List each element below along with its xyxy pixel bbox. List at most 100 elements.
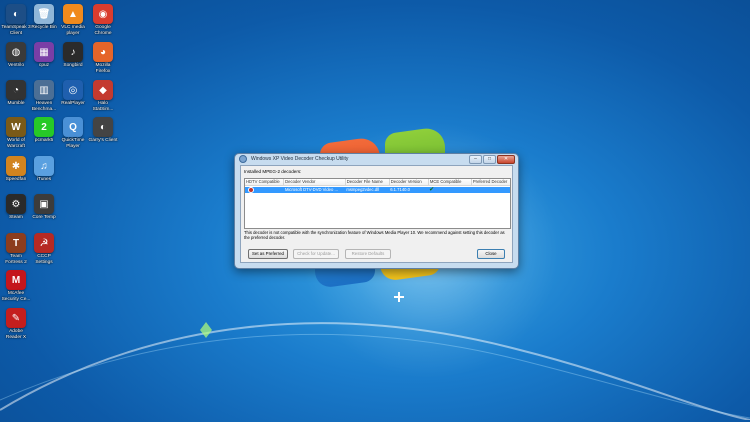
minimize-button[interactable]: – <box>469 155 482 164</box>
mce-compatible-cell: ✔ <box>428 187 471 193</box>
steam-icon: ⚙ <box>6 194 26 214</box>
dialog-title: Windows XP Video Decoder Checkup Utility <box>251 156 349 162</box>
maximize-button[interactable]: □ <box>483 155 496 164</box>
col-decoder-vendor[interactable]: Decoder Vendor <box>284 179 346 185</box>
desktop-icon-label: RealPlayer <box>61 101 85 106</box>
desktop-icon-label: Ventrilo <box>8 63 24 68</box>
halo-icon: ◆ <box>93 80 113 100</box>
mouse-cursor <box>394 292 404 302</box>
desktop-icon[interactable]: W World of Warcraft <box>1 117 31 149</box>
desktop-icon-label: World of Warcraft <box>7 138 25 149</box>
adobe-reader-icon: ✎ <box>6 308 26 328</box>
desktop-icon[interactable]: ✎ Adobe Reader X <box>1 308 31 340</box>
cpuz-icon: ▦ <box>34 42 54 62</box>
desktop-icon-label: Mumble <box>7 101 25 106</box>
speedfan-icon: ✱ <box>6 156 26 176</box>
col-decoder-file-name[interactable]: Decoder File Name <box>346 179 390 185</box>
desktop-icon[interactable]: ☭ CCCP Settings <box>29 233 59 265</box>
decoder-file-cell: msmpeg2vdec.dll <box>346 187 379 192</box>
col-mce-compatible[interactable]: MCE Compatible <box>429 179 472 185</box>
desktop-icon-label: Songbird <box>63 63 83 68</box>
decoder-row-selected[interactable]: Microsoft DTV-DVD Video ... msmpeg2vdec.… <box>245 187 510 193</box>
teamspeak-icon: ◐ <box>6 4 26 24</box>
desktop-icon[interactable]: ◐ Garry's Client <box>88 117 118 144</box>
itunes-icon: ♫ <box>34 156 54 176</box>
desktop-icon[interactable]: ◎ RealPlayer <box>58 80 88 107</box>
realplayer-icon: ◎ <box>63 80 83 100</box>
desktop-icon-label: Steam <box>9 215 23 220</box>
desktop-icon-label: cpuz <box>38 63 50 68</box>
decoder-checkup-dialog: Windows XP Video Decoder Checkup Utility… <box>234 153 519 269</box>
desktop-icon-label: Team Fortress 2 <box>5 254 27 265</box>
desktop-icon-label: Heaven Benchma... <box>31 101 57 112</box>
desktop-icon-label: CCCP Settings <box>35 254 53 265</box>
desktop-icon[interactable]: ♪ Songbird <box>58 42 88 69</box>
dialog-buttons: Set as Preferred Check for Update... Res… <box>245 249 508 259</box>
desktop-icon[interactable]: ◔ Mumble <box>1 80 31 107</box>
decoder-list[interactable]: HDTV Compatible Decoder Vendor Decoder F… <box>244 178 511 229</box>
desktop-icon[interactable]: M McAfee Security Ce... <box>1 270 31 302</box>
desktop-icon-label: TeamSpeak 3 Client <box>1 25 31 36</box>
quicktime-icon: Q <box>63 117 83 137</box>
desktop-icon[interactable]: ⚙ Steam <box>1 194 31 221</box>
desktop-icon[interactable]: Q QuickTime Player <box>58 117 88 149</box>
not-compatible-icon <box>248 187 254 193</box>
desktop-icon[interactable]: T Team Fortress 2 <box>1 233 31 265</box>
desktop-icon-label: Garry's Client <box>88 138 118 143</box>
col-preferred-decoder[interactable]: Preferred Decoder <box>472 179 510 185</box>
set-preferred-button[interactable]: Set as Preferred <box>248 249 288 259</box>
dialog-client: Installed MPEG-2 decoders: HDTV Compatib… <box>240 165 513 263</box>
cccp-icon: ☭ <box>34 233 54 253</box>
tf2-icon: T <box>6 233 26 253</box>
pcmark-icon: 2 <box>34 117 54 137</box>
desktop-icon[interactable]: ▦ cpuz <box>29 42 59 69</box>
preferred-decoder-cell <box>471 187 510 193</box>
desktop-icon-label: VLC media player <box>61 25 85 36</box>
desktop-icon[interactable]: ◆ Halo StatSim... <box>88 80 118 112</box>
desktop-icon-label: Halo StatSim... <box>92 101 114 112</box>
firefox-icon: ◕ <box>93 42 113 62</box>
desktop-icon[interactable]: ▥ Heaven Benchma... <box>29 80 59 112</box>
desktop-icon[interactable]: ♫ iTunes <box>29 156 59 183</box>
desktop-icon-label: Google Chrome <box>94 25 112 36</box>
decoder-version-cell: 6.1.7140.0 <box>390 187 410 192</box>
desktop-icon[interactable]: ◐ TeamSpeak 3 Client <box>1 4 31 36</box>
compatibility-message: This decoder is not compatible with the … <box>244 230 505 240</box>
desktop-icon-label: Mozilla Firefox <box>95 63 111 74</box>
desktop-icon[interactable]: ▲ VLC media player <box>58 4 88 36</box>
desktop-icon[interactable]: 🗑 Recycle Bin <box>29 4 59 31</box>
desktop-icon[interactable]: ◉ Google Chrome <box>88 4 118 36</box>
desktop-icon-label: Recycle Bin <box>31 25 57 30</box>
desktop-icon[interactable]: ◍ Ventrilo <box>1 42 31 69</box>
desktop-icon-label: QuickTime Player <box>61 138 85 149</box>
mcafee-icon: M <box>6 270 26 290</box>
dialog-titlebar[interactable]: Windows XP Video Decoder Checkup Utility… <box>235 154 518 164</box>
desktop-icon[interactable]: 2 pcmark5 <box>29 117 59 144</box>
restore-defaults-button[interactable]: Restore Defaults <box>345 249 391 259</box>
wow-icon: W <box>6 117 26 137</box>
vlc-icon: ▲ <box>63 4 83 24</box>
close-window-button[interactable]: ✕ <box>497 155 515 164</box>
desktop-icon-label: McAfee Security Ce... <box>1 291 31 302</box>
check-update-button[interactable]: Check for Update... <box>293 249 339 259</box>
window-controls: – □ ✕ <box>469 155 515 164</box>
desktop-icon-label: Speedfan <box>5 177 27 182</box>
desktop-icon[interactable]: ▣ Core Temp <box>29 194 59 221</box>
desktop-icons: ◐ TeamSpeak 3 Client 🗑 Recycle Bin ▲ VLC medi… <box>0 0 120 350</box>
hdtv-compatible-cell <box>245 187 284 193</box>
desktop-icon-label: iTunes <box>36 177 52 182</box>
app-icon <box>239 155 247 163</box>
col-hdtv-compatible[interactable]: HDTV Compatible <box>245 179 285 185</box>
checkmark-icon: ✔ <box>429 187 435 193</box>
close-button[interactable]: Close <box>477 249 505 259</box>
decoder-vendor-cell: Microsoft DTV-DVD Video ... <box>284 187 338 192</box>
ventrilo-icon: ◍ <box>6 42 26 62</box>
col-decoder-version[interactable]: Decoder Version <box>390 179 429 185</box>
desktop-icon[interactable]: ◕ Mozilla Firefox <box>88 42 118 74</box>
recycle-bin-icon: 🗑 <box>34 4 54 24</box>
coretemp-icon: ▣ <box>34 194 54 214</box>
desktop-icon[interactable]: ✱ Speedfan <box>1 156 31 183</box>
mumble-icon: ◔ <box>6 80 26 100</box>
chrome-icon: ◉ <box>93 4 113 24</box>
desktop-icon-label: Core Temp <box>32 215 56 220</box>
